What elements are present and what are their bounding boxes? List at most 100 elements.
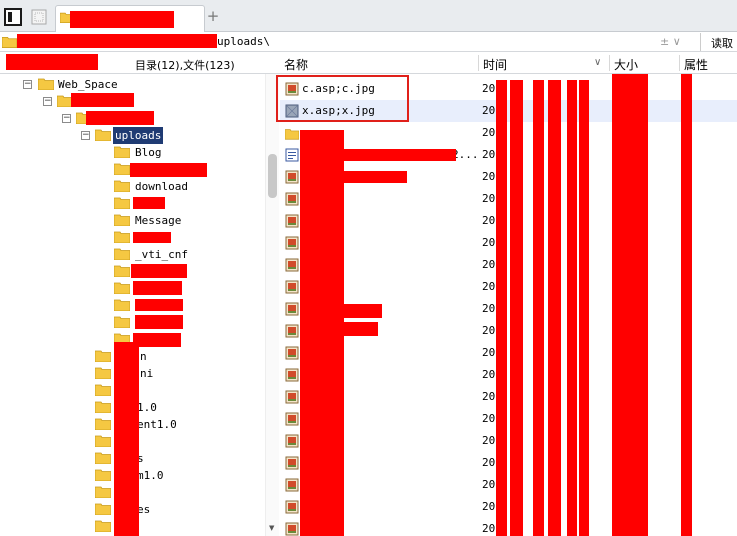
folder-icon [95,503,111,515]
tree-scrollbar[interactable]: ▼ [265,74,279,536]
redacted-name [130,163,207,177]
read-button[interactable]: 读取 [700,33,737,51]
column-separator [609,55,610,71]
file-row[interactable]: 201 2 [280,408,737,430]
file-row[interactable]: 201 2 [280,518,737,536]
folder-open-icon [95,129,111,141]
file-row[interactable]: 201 2 [280,364,737,386]
redacted-name [344,149,456,161]
folder-icon [114,299,130,311]
document-file-icon [285,148,299,162]
folder-icon [114,146,130,158]
file-row[interactable]: 201 2 [280,122,737,144]
redacted-name [344,304,382,318]
redacted-name [133,333,181,347]
redacted-time [496,80,507,536]
folder-icon [2,36,17,48]
column-attr-header[interactable]: 属性 [684,56,708,73]
folder-tree[interactable]: − Web_Space − − − uploads Blog download … [0,74,265,536]
image-file-icon [285,236,299,250]
folder-icon [285,129,299,140]
redacted-time [567,80,577,536]
redacted-names [300,130,344,536]
file-row[interactable]: 201 2 [280,452,737,474]
collapse-icon[interactable]: − [43,97,52,106]
tree-item[interactable] [0,229,265,246]
collapse-icon[interactable]: − [81,131,90,140]
tree-item[interactable]: − [0,93,265,110]
image-file-icon [285,324,299,338]
image-file-icon [285,170,299,184]
address-bar[interactable]: uploads\ ± ∨ 读取 [0,32,737,52]
tree-item-vti-cnf[interactable]: _vti_cnf [0,246,265,263]
file-row[interactable]: 201 2 [280,188,737,210]
image-file-icon [285,346,299,360]
address-controls[interactable]: ± ∨ [660,35,681,48]
tree-item[interactable] [0,297,265,314]
tree-item[interactable] [0,263,265,280]
tree-item-message[interactable]: Message [0,212,265,229]
new-tab-button[interactable]: + [206,9,220,24]
folder-icon [114,282,130,294]
column-name-header[interactable]: 名称 [284,56,308,73]
image-file-icon [285,456,299,470]
image-file-icon [285,192,299,206]
redacted-time [510,80,523,536]
redacted-name [135,299,183,311]
image-file-icon [285,522,299,536]
redacted-time [533,80,544,536]
file-row[interactable]: 201 2 [280,474,737,496]
tree-item[interactable] [0,195,265,212]
file-row[interactable]: 201 2 [280,232,737,254]
folder-icon [114,163,130,175]
tree-item[interactable] [0,280,265,297]
tree-item-blog[interactable]: Blog [0,144,265,161]
tree-label: download [135,180,188,193]
folder-icon [95,384,111,396]
file-row[interactable]: 201 2 [280,430,737,452]
folder-icon [95,350,111,362]
scroll-thumb[interactable] [268,154,277,198]
redacted-time [548,80,561,536]
file-row[interactable]: 201 2 [280,276,737,298]
tree-item[interactable] [0,161,265,178]
file-list[interactable]: c.asp;c.jpg 201 2 x.asp;x.jpg 201 2 201 … [280,74,737,536]
column-size-header[interactable]: 大小 [614,56,638,73]
tree-label: Web_Space [58,78,118,91]
tree-item-download[interactable]: download [0,178,265,195]
column-time-header[interactable]: 时间 [483,56,507,73]
tree-item-uploads[interactable]: − uploads [0,127,265,144]
tree-label: n [140,350,147,363]
file-row[interactable]: 201 2 [280,210,737,232]
tree-item[interactable]: − [0,110,265,127]
tree-item-web-space[interactable]: − Web_Space [0,76,265,93]
folder-icon [95,469,111,481]
window-icon[interactable] [30,8,48,26]
file-row[interactable]: 201 2 [280,496,737,518]
tree-label: 1.0 [137,401,157,414]
folder-icon [114,180,130,192]
scroll-down-icon[interactable]: ▼ [269,524,274,532]
file-row[interactable]: 201 2 [280,342,737,364]
image-file-icon [285,258,299,272]
redacted-tab-title [70,11,174,28]
image-file-icon [285,434,299,448]
folder-icon [95,452,111,464]
file-row[interactable]: 201 2 [280,254,737,276]
collapse-icon[interactable]: − [23,80,32,89]
image-file-icon [285,302,299,316]
folder-icon [114,265,130,277]
image-file-icon [285,390,299,404]
collapse-icon[interactable]: − [62,114,71,123]
panel-toggle-icon[interactable] [4,8,22,26]
folder-icon [114,214,130,226]
column-separator [679,55,680,71]
redacted-attr [681,74,692,536]
redacted-name [133,232,171,243]
file-row[interactable]: 201 2 [280,386,737,408]
folder-icon [95,435,111,447]
address-path[interactable]: uploads\ [217,35,270,48]
tree-item[interactable] [0,314,265,331]
tab-active[interactable] [55,5,205,32]
redacted-path [17,34,217,48]
